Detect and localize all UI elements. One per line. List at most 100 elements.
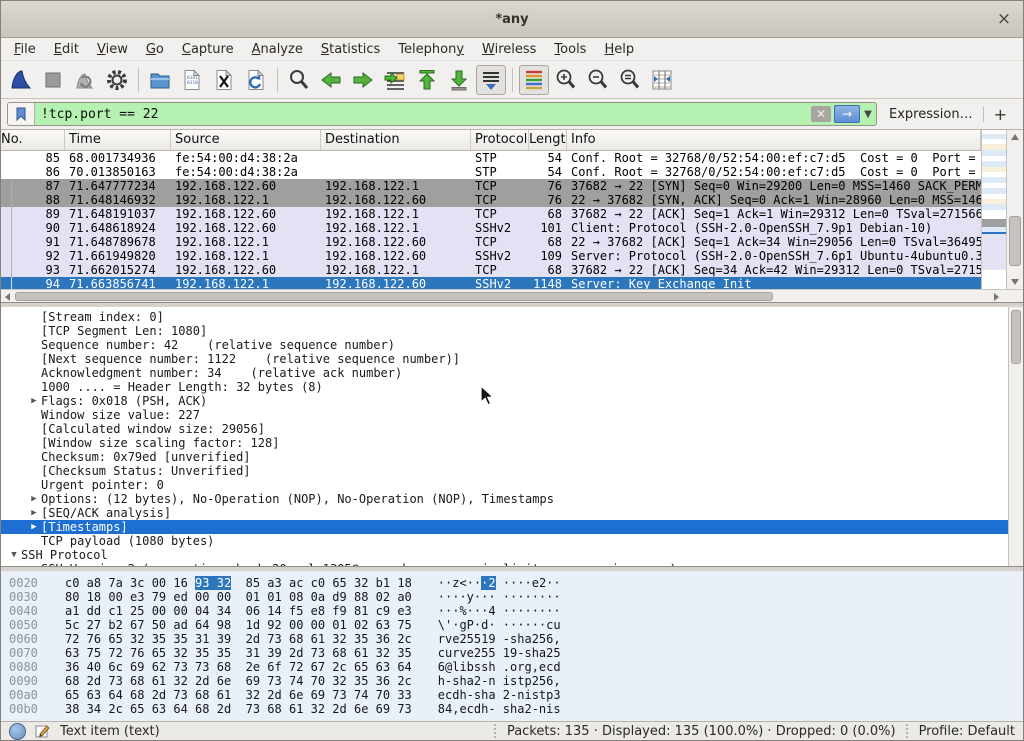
expander-closed-icon[interactable]: ▶ <box>27 506 41 520</box>
detail-line[interactable]: Window size value: 227 <box>1 408 1023 422</box>
zoom-reset-icon[interactable] <box>615 65 645 95</box>
details-scroll-thumb[interactable] <box>1011 310 1021 364</box>
menu-go[interactable]: Go <box>137 40 173 59</box>
column-header-time[interactable]: Time <box>65 130 171 150</box>
menu-tools[interactable]: Tools <box>545 40 595 59</box>
detail-line[interactable]: ▶Flags: 0x018 (PSH, ACK) <box>1 394 1023 408</box>
scroll-left-icon[interactable] <box>5 293 10 301</box>
scroll-up-icon[interactable] <box>1011 134 1019 140</box>
zoom-in-icon[interactable] <box>551 65 581 95</box>
hex-row[interactable]: 006072 76 65 32 35 35 31 39 2d 73 68 61 … <box>1 632 1023 646</box>
zoom-out-icon[interactable] <box>583 65 613 95</box>
detail-line[interactable]: [TCP Segment Len: 1080] <box>1 324 1023 338</box>
detail-line[interactable]: Sequence number: 42 (relative sequence n… <box>1 338 1023 352</box>
column-header-info[interactable]: Info <box>567 130 981 150</box>
detail-line[interactable]: [Window size scaling factor: 128] <box>1 436 1023 450</box>
packet-row-88[interactable]: 8871.648146932192.168.122.1192.168.122.6… <box>1 193 981 207</box>
go-forward-icon[interactable] <box>348 65 378 95</box>
menu-view[interactable]: View <box>88 40 137 59</box>
hex-row[interactable]: 009068 2d 73 68 61 32 2d 6e 69 73 74 70 … <box>1 674 1023 688</box>
hex-row[interactable]: 00505c 27 b2 67 50 ad 64 98 1d 92 00 00 … <box>1 618 1023 632</box>
menu-capture[interactable]: Capture <box>173 40 243 59</box>
menu-telephony[interactable]: Telephony <box>389 40 473 59</box>
intelligent-scrollbar[interactable] <box>981 130 1006 289</box>
restart-capture-icon[interactable] <box>70 65 100 95</box>
colorize-icon[interactable] <box>519 65 549 95</box>
menu-analyze[interactable]: Analyze <box>243 40 312 59</box>
display-filter-input[interactable]: !tcp.port == 22 <box>35 107 811 122</box>
go-back-icon[interactable] <box>316 65 346 95</box>
filter-dropdown-icon[interactable]: ▼ <box>860 106 876 122</box>
menu-statistics[interactable]: Statistics <box>312 40 389 59</box>
packet-row-93[interactable]: 9371.662015274192.168.122.60192.168.122.… <box>1 263 981 277</box>
expander-open-icon[interactable]: ▼ <box>7 548 21 562</box>
detail-line[interactable]: ▶Options: (12 bytes), No-Operation (NOP)… <box>1 492 1023 506</box>
hex-row[interactable]: 007063 75 72 76 65 32 35 35 31 39 2d 73 … <box>1 646 1023 660</box>
detail-line[interactable]: [Checksum Status: Unverified] <box>1 464 1023 478</box>
close-icon[interactable]: × <box>993 8 1015 30</box>
menu-edit[interactable]: Edit <box>45 40 88 59</box>
filter-apply-icon[interactable]: → <box>834 105 860 123</box>
detail-line[interactable]: [Next sequence number: 1122 (relative se… <box>1 352 1023 366</box>
auto-scroll-icon[interactable] <box>476 65 506 95</box>
column-header-source[interactable]: Source <box>171 130 321 150</box>
packet-row-91[interactable]: 9171.648789678192.168.122.1192.168.122.6… <box>1 235 981 249</box>
detail-line[interactable]: ▶[Timestamps] <box>1 520 1023 534</box>
expander-closed-icon[interactable]: ▶ <box>27 562 41 567</box>
expression-button[interactable]: Expression… <box>889 107 973 122</box>
packet-row-92[interactable]: 9271.661949820192.168.122.1192.168.122.6… <box>1 249 981 263</box>
hscroll-thumb[interactable] <box>15 292 773 301</box>
column-header-no[interactable]: No. <box>1 130 65 150</box>
hex-row[interactable]: 0020c0 a8 7a 3c 00 16 93 32 85 a3 ac c0 … <box>1 576 1023 590</box>
add-filter-button[interactable]: + <box>994 105 1007 124</box>
packet-row-87[interactable]: 8771.647777234192.168.122.60192.168.122.… <box>1 179 981 193</box>
packet-row-86[interactable]: 8670.013850163fe:54:00:d4:38:2aSTP54Conf… <box>1 165 981 179</box>
stop-capture-icon[interactable] <box>38 65 68 95</box>
find-packet-icon[interactable] <box>284 65 314 95</box>
close-file-icon[interactable] <box>209 65 239 95</box>
expert-info-icon[interactable] <box>9 723 26 740</box>
hex-row[interactable]: 00b038 34 2c 65 63 64 68 2d 73 68 61 32 … <box>1 702 1023 716</box>
resize-columns-icon[interactable] <box>647 65 677 95</box>
menu-help[interactable]: Help <box>595 40 643 59</box>
go-to-top-icon[interactable] <box>412 65 442 95</box>
filter-clear-icon[interactable]: ✕ <box>811 106 831 122</box>
go-to-packet-icon[interactable] <box>380 65 410 95</box>
menu-file[interactable]: File <box>5 40 45 59</box>
detail-line[interactable]: Checksum: 0x79ed [unverified] <box>1 450 1023 464</box>
detail-line[interactable]: TCP payload (1080 bytes) <box>1 534 1023 548</box>
menu-wireless[interactable]: Wireless <box>473 40 545 59</box>
open-file-icon[interactable] <box>145 65 175 95</box>
hex-row[interactable]: 008036 40 6c 69 62 73 73 68 2e 6f 72 67 … <box>1 660 1023 674</box>
column-header-destination[interactable]: Destination <box>321 130 471 150</box>
hex-row[interactable]: 0040a1 dd c1 25 00 00 04 34 06 14 f5 e8 … <box>1 604 1023 618</box>
column-header-length[interactable]: Length <box>529 130 567 150</box>
expander-closed-icon[interactable]: ▶ <box>27 520 41 534</box>
packet-list-vscrollbar[interactable] <box>1006 130 1023 289</box>
filter-bookmark-icon[interactable] <box>8 103 35 125</box>
detail-line[interactable]: Acknowledgment number: 34 (relative ack … <box>1 366 1023 380</box>
capture-options-icon[interactable] <box>102 65 132 95</box>
expander-closed-icon[interactable]: ▶ <box>27 394 41 408</box>
hex-row[interactable]: 00a065 63 64 68 2d 73 68 61 32 2d 6e 69 … <box>1 688 1023 702</box>
packet-row-85[interactable]: 8568.001734936fe:54:00:d4:38:2aSTP54Conf… <box>1 151 981 165</box>
detail-line[interactable]: ▼SSH Protocol <box>1 548 1023 562</box>
profile-text[interactable]: Profile: Default <box>919 724 1015 739</box>
detail-line[interactable]: Urgent pointer: 0 <box>1 478 1023 492</box>
details-vscrollbar[interactable] <box>1008 307 1023 566</box>
expander-closed-icon[interactable]: ▶ <box>27 492 41 506</box>
detail-line[interactable]: [Calculated window size: 29056] <box>1 422 1023 436</box>
detail-line[interactable]: ▶SSH Version 2 (encryption:chacha20-poly… <box>1 562 1023 567</box>
detail-line[interactable]: 1000 .... = Header Length: 32 bytes (8) <box>1 380 1023 394</box>
hex-row[interactable]: 003080 18 00 e3 79 ed 00 00 01 01 08 0a … <box>1 590 1023 604</box>
scroll-right-icon[interactable] <box>994 293 999 301</box>
detail-line[interactable]: ▶[SEQ/ACK analysis] <box>1 506 1023 520</box>
save-file-icon[interactable]: 01010110 <box>177 65 207 95</box>
packet-row-90[interactable]: 9071.648618924192.168.122.60192.168.122.… <box>1 221 981 235</box>
go-to-bottom-icon[interactable] <box>444 65 474 95</box>
column-header-protocol[interactable]: Protocol <box>471 130 529 150</box>
packet-list-hscrollbar[interactable] <box>1 289 1023 302</box>
detail-line[interactable]: [Stream index: 0] <box>1 310 1023 324</box>
title-bar[interactable]: *any × <box>1 1 1023 38</box>
packet-row-89[interactable]: 8971.648191037192.168.122.60192.168.122.… <box>1 207 981 221</box>
